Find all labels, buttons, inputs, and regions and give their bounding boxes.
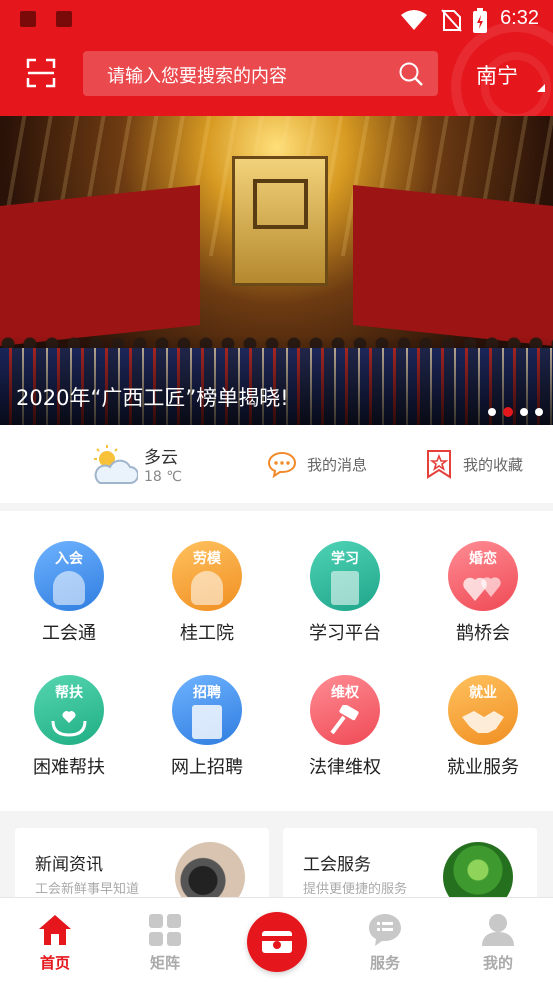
my-favorites-label: 我的收藏 — [463, 455, 524, 474]
my-messages-link[interactable]: 我的消息 — [267, 447, 367, 481]
nav-matrix[interactable]: 矩阵 — [110, 898, 220, 983]
nav-home[interactable]: 首页 — [0, 898, 110, 983]
join-union-icon: 入会 — [34, 541, 104, 611]
book-icon: 学习 — [310, 541, 380, 611]
weather-widget[interactable]: 多云 18 ℃ — [90, 441, 240, 491]
search-icon[interactable] — [398, 61, 424, 87]
notification-icon — [20, 11, 36, 27]
union-services-card-title: 工会服务 — [303, 855, 371, 875]
user-icon — [482, 914, 514, 946]
handshake-icon: 就业 — [448, 675, 518, 745]
union-services-card-subtitle: 提供更便捷的服务 — [303, 882, 408, 897]
feature-cards: 新闻资讯 工会新鲜事早知道 工会服务 提供更便捷的服务 — [0, 811, 553, 918]
weather-temperature: 18 ℃ — [144, 469, 182, 485]
resume-icon: 招聘 — [172, 675, 242, 745]
weather-condition: 多云 — [144, 448, 178, 468]
grid-item-learning-platform[interactable]: 学习 学习平台 — [276, 511, 414, 644]
banner-carousel[interactable]: 2020年“广西工匠”榜单揭晓! — [0, 116, 553, 425]
banner-caption[interactable]: 2020年“广西工匠”榜单揭晓! — [16, 382, 289, 412]
carousel-dot[interactable] — [520, 408, 528, 416]
grid-item-gonghuitong[interactable]: 入会 工会通 — [0, 511, 138, 644]
nav-profile[interactable]: 我的 — [443, 898, 553, 983]
grid-item-matchmaking[interactable]: 婚恋 鹊桥会 — [414, 511, 552, 644]
notification-icon — [56, 11, 72, 27]
city-selector[interactable]: 南宁 — [476, 60, 518, 90]
nav-services[interactable]: 服务 — [330, 898, 440, 983]
no-sim-icon — [441, 9, 462, 32]
wifi-icon — [401, 10, 427, 30]
grid-icon — [149, 914, 181, 946]
grid-item-employment-services[interactable]: 就业 就业服务 — [414, 645, 552, 778]
message-bubble-icon — [267, 451, 297, 478]
banner-trophy-image — [232, 156, 328, 286]
grid-item-legal-rights[interactable]: 维权 法律维权 — [276, 645, 414, 778]
search-placeholder: 请输入您要搜索的内容 — [107, 66, 287, 87]
heart-balloons-icon: 婚恋 — [448, 541, 518, 611]
battery-icon — [473, 8, 487, 33]
status-bar: 6:32 — [0, 0, 553, 40]
carousel-dot[interactable] — [535, 408, 543, 416]
gavel-icon: 维权 — [310, 675, 380, 745]
banner-screen-left — [0, 184, 200, 348]
home-icon — [39, 915, 71, 945]
model-worker-icon: 劳模 — [172, 541, 242, 611]
city-caret-icon — [537, 84, 545, 92]
list-bubble-icon — [369, 914, 401, 946]
scan-icon[interactable] — [26, 58, 56, 88]
clock: 6:32 — [500, 7, 539, 29]
bookmark-star-icon — [427, 450, 451, 479]
carousel-dot[interactable] — [488, 408, 496, 416]
banner-screen-right — [353, 184, 553, 348]
function-grid: 入会 工会通 劳模 桂工院 学习 学习平台 婚恋 鹊桥会 帮扶 困难帮扶 招聘 … — [0, 511, 553, 811]
news-card-subtitle: 工会新鲜事早知道 — [35, 882, 140, 897]
news-card-title: 新闻资讯 — [35, 855, 103, 875]
my-messages-label: 我的消息 — [307, 455, 368, 474]
my-favorites-link[interactable]: 我的收藏 — [425, 447, 523, 481]
hands-heart-icon: 帮扶 — [34, 675, 104, 745]
info-strip: 多云 18 ℃ 我的消息 我的收藏 — [0, 425, 553, 503]
grid-item-guigongyuan[interactable]: 劳模 桂工院 — [138, 511, 276, 644]
carousel-indicator — [488, 407, 543, 417]
search-input[interactable]: 请输入您要搜索的内容 — [83, 51, 438, 96]
partly-cloudy-icon — [94, 445, 138, 484]
carousel-dot-active[interactable] — [503, 407, 513, 417]
grid-item-online-recruitment[interactable]: 招聘 网上招聘 — [138, 645, 276, 778]
nav-center-wallet-button[interactable] — [247, 912, 307, 972]
grid-item-hardship-aid[interactable]: 帮扶 困难帮扶 — [0, 645, 138, 778]
app-header: 6:32 请输入您要搜索的内容 南宁 — [0, 0, 553, 116]
wallet-icon — [262, 931, 292, 953]
